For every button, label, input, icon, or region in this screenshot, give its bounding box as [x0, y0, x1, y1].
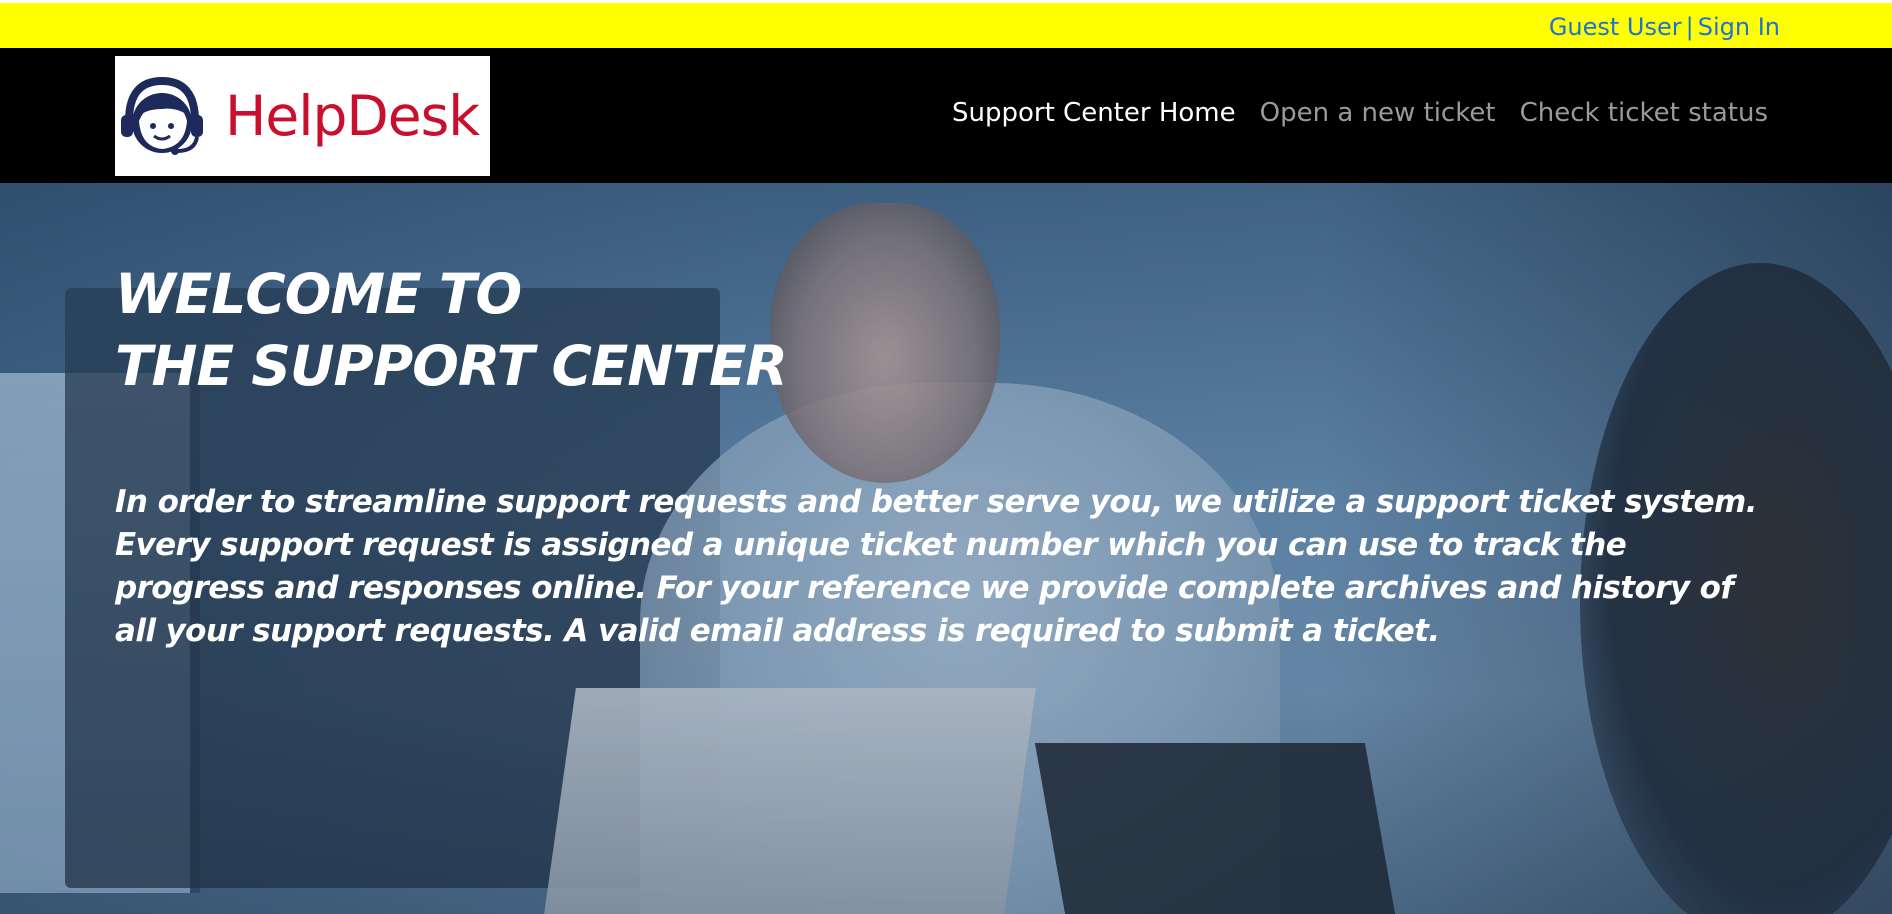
site-header: HelpDesk Support Center Home Open a new … [0, 48, 1892, 183]
hero-description: In order to streamline support requests … [115, 484, 1758, 649]
main-nav: Support Center Home Open a new ticket Ch… [952, 98, 1768, 128]
user-links: Guest User | Sign In [1549, 13, 1780, 41]
hero-banner: WELCOME TO THE SUPPORT CENTER In order t… [0, 183, 1892, 914]
nav-support-center-home[interactable]: Support Center Home [952, 98, 1236, 128]
helpdesk-logo[interactable]: HelpDesk [115, 56, 490, 176]
guest-user-link[interactable]: Guest User [1549, 13, 1682, 41]
sign-in-link[interactable]: Sign In [1698, 13, 1780, 41]
user-links-separator: | [1685, 13, 1694, 41]
hero-title: WELCOME TO THE SUPPORT CENTER [115, 258, 1015, 402]
nav-open-new-ticket[interactable]: Open a new ticket [1260, 98, 1496, 128]
hero-title-line-2: THE SUPPORT CENTER [115, 334, 788, 398]
user-bar: Guest User | Sign In [0, 3, 1892, 48]
hero-title-line-1: WELCOME TO [115, 262, 522, 326]
support-agent-headset-icon [121, 76, 203, 155]
nav-check-ticket-status[interactable]: Check ticket status [1520, 98, 1768, 128]
logo-text: HelpDesk [225, 84, 480, 148]
